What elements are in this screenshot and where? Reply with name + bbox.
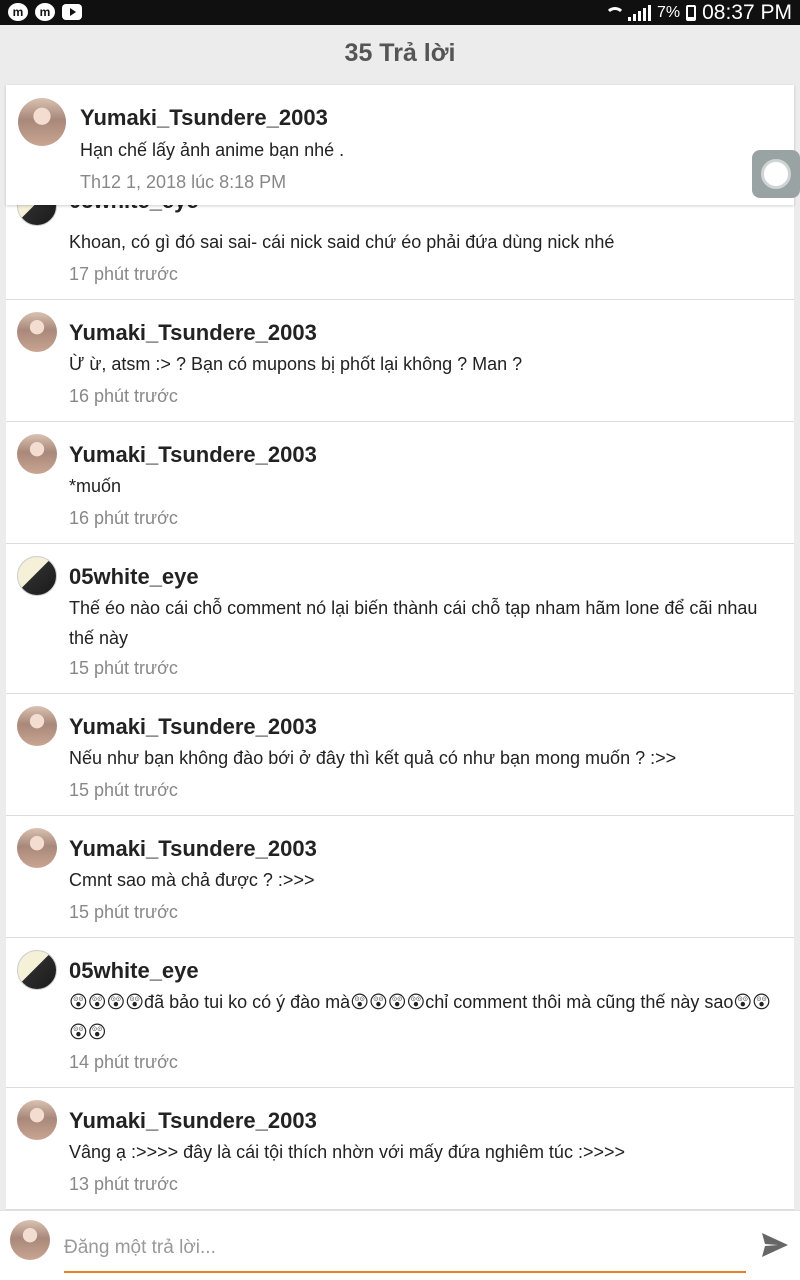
comment-author[interactable]: Yumaki_Tsundere_2003: [69, 442, 317, 468]
comment-text: *muốn: [69, 476, 122, 496]
post-time: Th12 1, 2018 lúc 8:18 PM: [80, 172, 287, 192]
notification-icons: m m: [8, 3, 82, 21]
comment-item[interactable]: Yumaki_Tsundere_2003 *muốn 16 phút trước: [6, 422, 794, 544]
avatar[interactable]: [17, 434, 57, 474]
youtube-icon: [62, 4, 82, 20]
comment-time: 16 phút trước: [69, 386, 178, 406]
send-icon[interactable]: [760, 1231, 790, 1259]
comment-text: Cmnt sao mà chả được ? :>>>: [69, 870, 315, 890]
comment-item[interactable]: Yumaki_Tsundere_2003 Cmnt sao mà chả đượ…: [6, 816, 794, 938]
comment-time: 15 phút trước: [69, 780, 178, 800]
comment-time: 16 phút trước: [69, 508, 178, 528]
comment-item[interactable]: 05white_eye Thế éo nào cái chỗ comment n…: [6, 544, 794, 694]
post-text: Hạn chế lấy ảnh anime bạn nhé .: [80, 140, 345, 160]
reply-header: 35 Trả lời: [0, 25, 800, 85]
comment-item[interactable]: Yumaki_Tsundere_2003 Vâng ạ :>>>> đây là…: [6, 1088, 794, 1210]
avatar[interactable]: [17, 706, 57, 746]
comment-author[interactable]: Yumaki_Tsundere_2003: [69, 1108, 317, 1134]
comment-item[interactable]: 05white_eye Khoan, có gì đó sai sai- cái…: [6, 198, 794, 300]
comment-time: 15 phút trước: [69, 658, 178, 678]
avatar[interactable]: [17, 1100, 57, 1140]
comment-list[interactable]: 05white_eye Khoan, có gì đó sai sai- cái…: [6, 198, 794, 1210]
comment-text: Vâng ạ :>>>> đây là cái tội thích nhờn v…: [69, 1142, 625, 1162]
avatar[interactable]: [17, 312, 57, 352]
assistive-touch-button[interactable]: [752, 150, 800, 198]
wifi-icon: [604, 6, 625, 20]
comment-text: 😲😲😲😲đã bảo tui ko có ý đào mà😲😲😲😲chỉ com…: [69, 992, 771, 1042]
battery-percent: 7%: [656, 3, 681, 21]
app-m-icon: m: [8, 3, 28, 21]
comment-author[interactable]: Yumaki_Tsundere_2003: [69, 320, 317, 346]
reply-bar: [0, 1210, 800, 1280]
comment-item[interactable]: 05white_eye 😲😲😲😲đã bảo tui ko có ý đào m…: [6, 938, 794, 1088]
post-author[interactable]: Yumaki_Tsundere_2003: [80, 105, 328, 131]
comment-item[interactable]: Yumaki_Tsundere_2003 Ừ ừ, atsm :> ? Bạn …: [6, 300, 794, 422]
battery-icon: [686, 4, 697, 21]
comment-text: Khoan, có gì đó sai sai- cái nick said c…: [69, 232, 615, 252]
comment-author[interactable]: Yumaki_Tsundere_2003: [69, 714, 317, 740]
signal-icon: [627, 4, 651, 21]
comment-time: 17 phút trước: [69, 264, 178, 284]
comment-time: 13 phút trước: [69, 1174, 178, 1194]
comment-text: Nếu như bạn không đào bới ở đây thì kết …: [69, 748, 677, 768]
comment-text: Thế éo nào cái chỗ comment nó lại biến t…: [69, 598, 758, 648]
avatar[interactable]: [17, 950, 57, 990]
app-m-icon: m: [35, 3, 55, 21]
avatar: [10, 1220, 50, 1260]
comment-author[interactable]: 05white_eye: [69, 564, 199, 590]
avatar[interactable]: [17, 828, 57, 868]
status-bar: m m 7% 08:37 PM: [0, 0, 800, 25]
comment-text: Ừ ừ, atsm :> ? Bạn có mupons bị phốt lại…: [69, 354, 523, 374]
status-indicators: 7% 08:37 PM: [604, 0, 792, 25]
reply-input[interactable]: [64, 1225, 746, 1273]
original-post[interactable]: Yumaki_Tsundere_2003 Hạn chế lấy ảnh ani…: [6, 85, 794, 205]
comment-time: 15 phút trước: [69, 902, 178, 922]
comment-author[interactable]: 05white_eye: [69, 958, 199, 984]
clock: 08:37 PM: [702, 0, 792, 24]
avatar[interactable]: [18, 98, 66, 146]
comment-author[interactable]: Yumaki_Tsundere_2003: [69, 836, 317, 862]
comment-item[interactable]: Yumaki_Tsundere_2003 Nếu như bạn không đ…: [6, 694, 794, 816]
comment-time: 14 phút trước: [69, 1052, 178, 1072]
page-title: 35 Trả lời: [344, 39, 456, 67]
avatar[interactable]: [17, 556, 57, 596]
